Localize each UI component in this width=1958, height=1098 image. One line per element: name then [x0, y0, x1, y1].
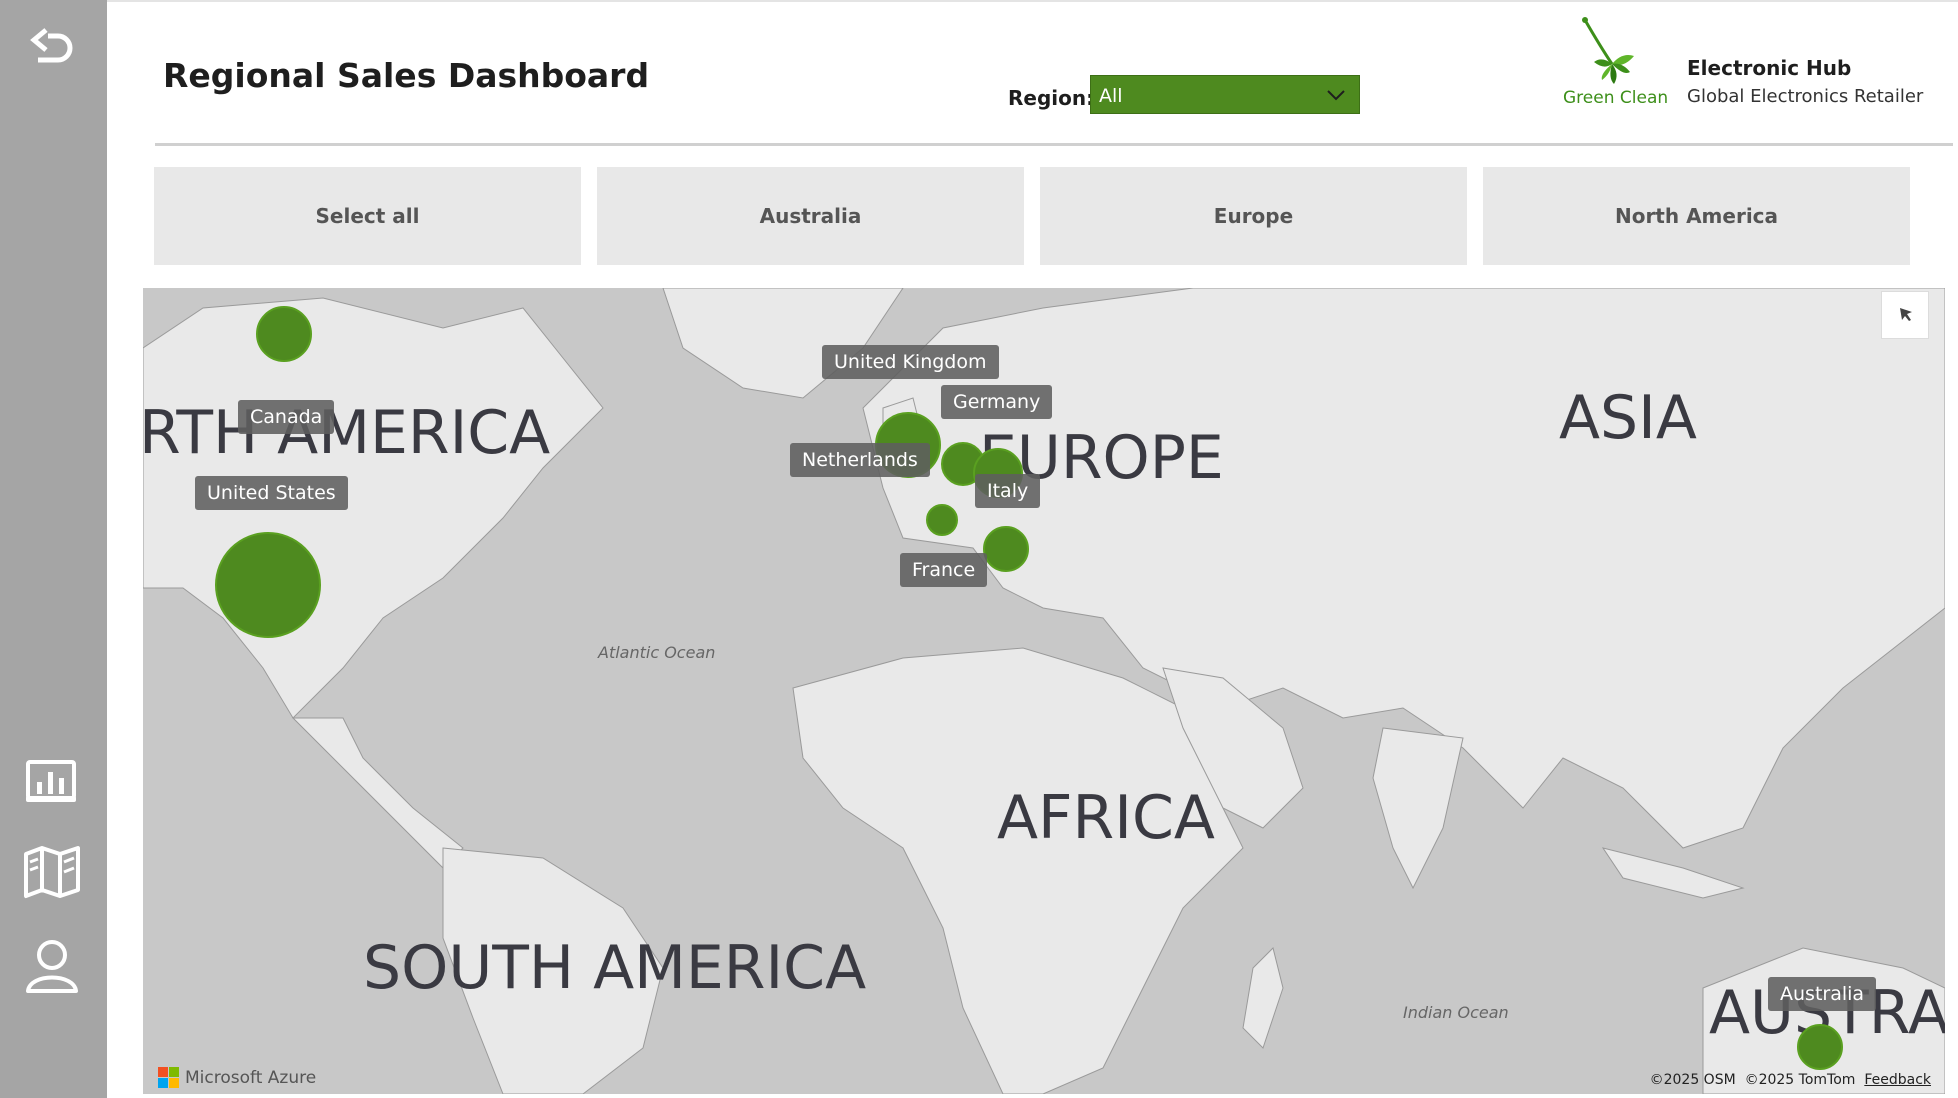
country-label-australia: Australia — [1768, 977, 1877, 1011]
country-label-united-kingdom: United Kingdom — [822, 345, 999, 379]
ocean-label-indian: Indian Ocean — [1403, 1003, 1509, 1022]
region-label: Region: — [1008, 86, 1095, 110]
header-divider — [155, 143, 1953, 146]
report-chart-icon[interactable] — [22, 750, 82, 810]
bubble-canada[interactable] — [256, 306, 312, 362]
page-title: Regional Sales Dashboard — [163, 56, 650, 95]
continent-label-asia: ASIA — [1559, 383, 1697, 453]
bubble-united-states[interactable] — [215, 532, 321, 638]
region-selected-value: All — [1099, 85, 1123, 107]
microsoft-logo-icon — [158, 1067, 179, 1088]
copyright-tomtom: ©2025 TomTom — [1744, 1072, 1856, 1088]
top-border — [107, 0, 1958, 2]
country-label-france: France — [900, 553, 988, 587]
selection-tool-button[interactable] — [1881, 291, 1929, 339]
map-provider-label: Microsoft Azure — [185, 1067, 317, 1088]
bubble-italy[interactable] — [983, 526, 1029, 572]
ocean-label-atlantic: Atlantic Ocean — [598, 643, 716, 662]
region-dropdown[interactable]: All — [1090, 75, 1360, 114]
region-tabs: Select all Australia Europe North Americ… — [154, 167, 1910, 265]
tab-europe[interactable]: Europe — [1040, 167, 1467, 265]
country-label-italy: Italy — [975, 474, 1041, 508]
country-label-canada: Canada — [238, 400, 335, 434]
back-icon[interactable] — [22, 18, 82, 78]
continent-label-south-america: SOUTH AMERICA — [363, 933, 867, 1003]
sales-map[interactable]: RTH AMERICA EUROPE ASIA AFRICA SOUTH AME… — [143, 288, 1945, 1094]
map-icon[interactable] — [22, 842, 82, 902]
bubble-australia[interactable] — [1797, 1024, 1843, 1070]
map-provider: Microsoft Azure — [158, 1067, 316, 1088]
bubble-france[interactable] — [926, 504, 958, 536]
continent-label-north-america: RTH AMERICA — [143, 398, 551, 468]
user-icon[interactable] — [22, 935, 82, 995]
copyright-osm: ©2025 OSM — [1649, 1072, 1736, 1088]
chevron-down-icon — [1325, 84, 1347, 110]
feedback-link[interactable]: Feedback — [1864, 1072, 1931, 1088]
company-name: Electronic Hub — [1687, 56, 1852, 80]
sidebar — [0, 0, 107, 1098]
logo-text: Green Clean — [1563, 88, 1669, 108]
tab-australia[interactable]: Australia — [597, 167, 1024, 265]
cursor-arrow-icon — [1900, 308, 1912, 321]
country-label-germany: Germany — [941, 385, 1053, 419]
tab-select-all[interactable]: Select all — [154, 167, 581, 265]
country-label-netherlands: Netherlands — [790, 443, 930, 477]
tab-north-america[interactable]: North America — [1483, 167, 1910, 265]
company-subtitle: Global Electronics Retailer — [1687, 86, 1924, 107]
continent-label-africa: AFRICA — [997, 783, 1215, 853]
map-copyright: ©2025 OSM ©2025 TomTom Feedback — [1650, 1072, 1931, 1088]
country-label-united-states: United States — [195, 476, 348, 510]
